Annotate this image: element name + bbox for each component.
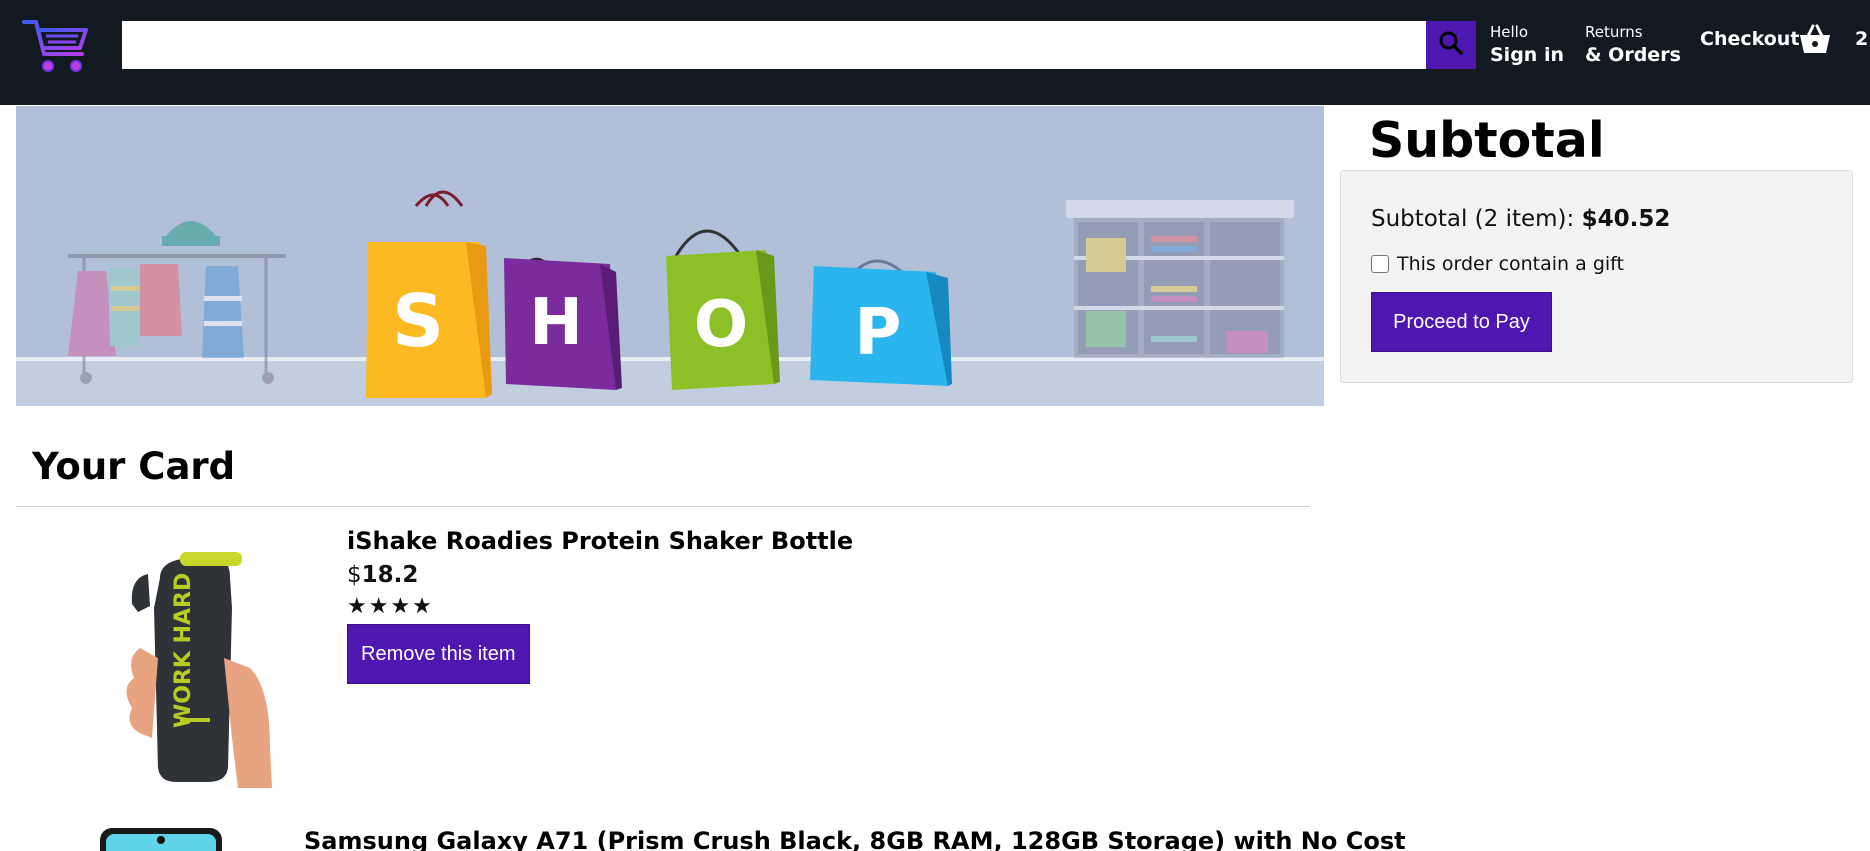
shop-banner: S H O P — [16, 106, 1324, 406]
nav-returns-orders[interactable]: Returns & Orders — [1585, 22, 1681, 68]
basket-icon[interactable] — [1798, 22, 1832, 56]
subtotal-label: Subtotal (2 item): — [1371, 206, 1582, 232]
product-image-shaker: WORK HARD — [120, 548, 280, 792]
shop-banner-illustration: S H O P — [16, 190, 1324, 406]
nav-sign-in-greeting: Hello — [1490, 23, 1529, 41]
product-title[interactable]: Samsung Galaxy A71 (Prism Crush Black, 8… — [304, 826, 1406, 851]
product-title[interactable]: iShake Roadies Protein Shaker Bottle — [347, 526, 853, 556]
product-image-phone — [98, 826, 224, 851]
gift-label[interactable]: This order contain a gift — [1397, 253, 1624, 275]
basket-count: 2 — [1855, 28, 1869, 50]
price-currency: $ — [347, 562, 362, 588]
price-value: 18.2 — [361, 562, 419, 588]
cart-item: iShake Roadies Protein Shaker Bottle $18… — [347, 526, 853, 684]
nav-returns-label: Returns — [1585, 23, 1643, 41]
svg-text:S: S — [392, 279, 444, 363]
nav-sign-in-label: Sign in — [1490, 44, 1564, 66]
svg-text:H: H — [529, 286, 583, 360]
nav-checkout[interactable]: Checkout — [1700, 28, 1799, 50]
nav-sign-in[interactable]: Hello Sign in — [1490, 22, 1564, 68]
cart-title: Your Card — [32, 445, 236, 488]
product-price: $18.2 — [347, 560, 853, 590]
nav-orders-label: & Orders — [1585, 44, 1681, 66]
cart-divider — [16, 506, 1310, 507]
top-header: Hello Sign in Returns & Orders Checkout … — [0, 0, 1870, 105]
search-input[interactable] — [122, 21, 1426, 69]
search-icon — [1438, 30, 1464, 60]
search-button[interactable] — [1426, 21, 1476, 69]
svg-text:WORK HARD: WORK HARD — [171, 573, 196, 728]
svg-text:O: O — [694, 288, 748, 362]
svg-text:P: P — [855, 296, 902, 370]
proceed-to-pay-button[interactable]: Proceed to Pay — [1371, 292, 1552, 352]
subtotal-heading: Subtotal — [1369, 112, 1605, 169]
search-bar — [122, 21, 1476, 69]
subtotal-summary: Subtotal (2 item): $40.52 — [1371, 206, 1670, 232]
gift-option: This order contain a gift — [1371, 253, 1624, 275]
cart-logo-icon[interactable] — [20, 16, 92, 76]
gift-checkbox[interactable] — [1371, 255, 1389, 273]
subtotal-box: Subtotal (2 item): $40.52 This order con… — [1340, 170, 1853, 383]
cart-item: Samsung Galaxy A71 (Prism Crush Black, 8… — [304, 826, 1406, 851]
remove-item-button[interactable]: Remove this item — [347, 624, 530, 684]
star-rating: ★★★★ — [347, 594, 434, 619]
subtotal-amount: $40.52 — [1581, 206, 1671, 232]
